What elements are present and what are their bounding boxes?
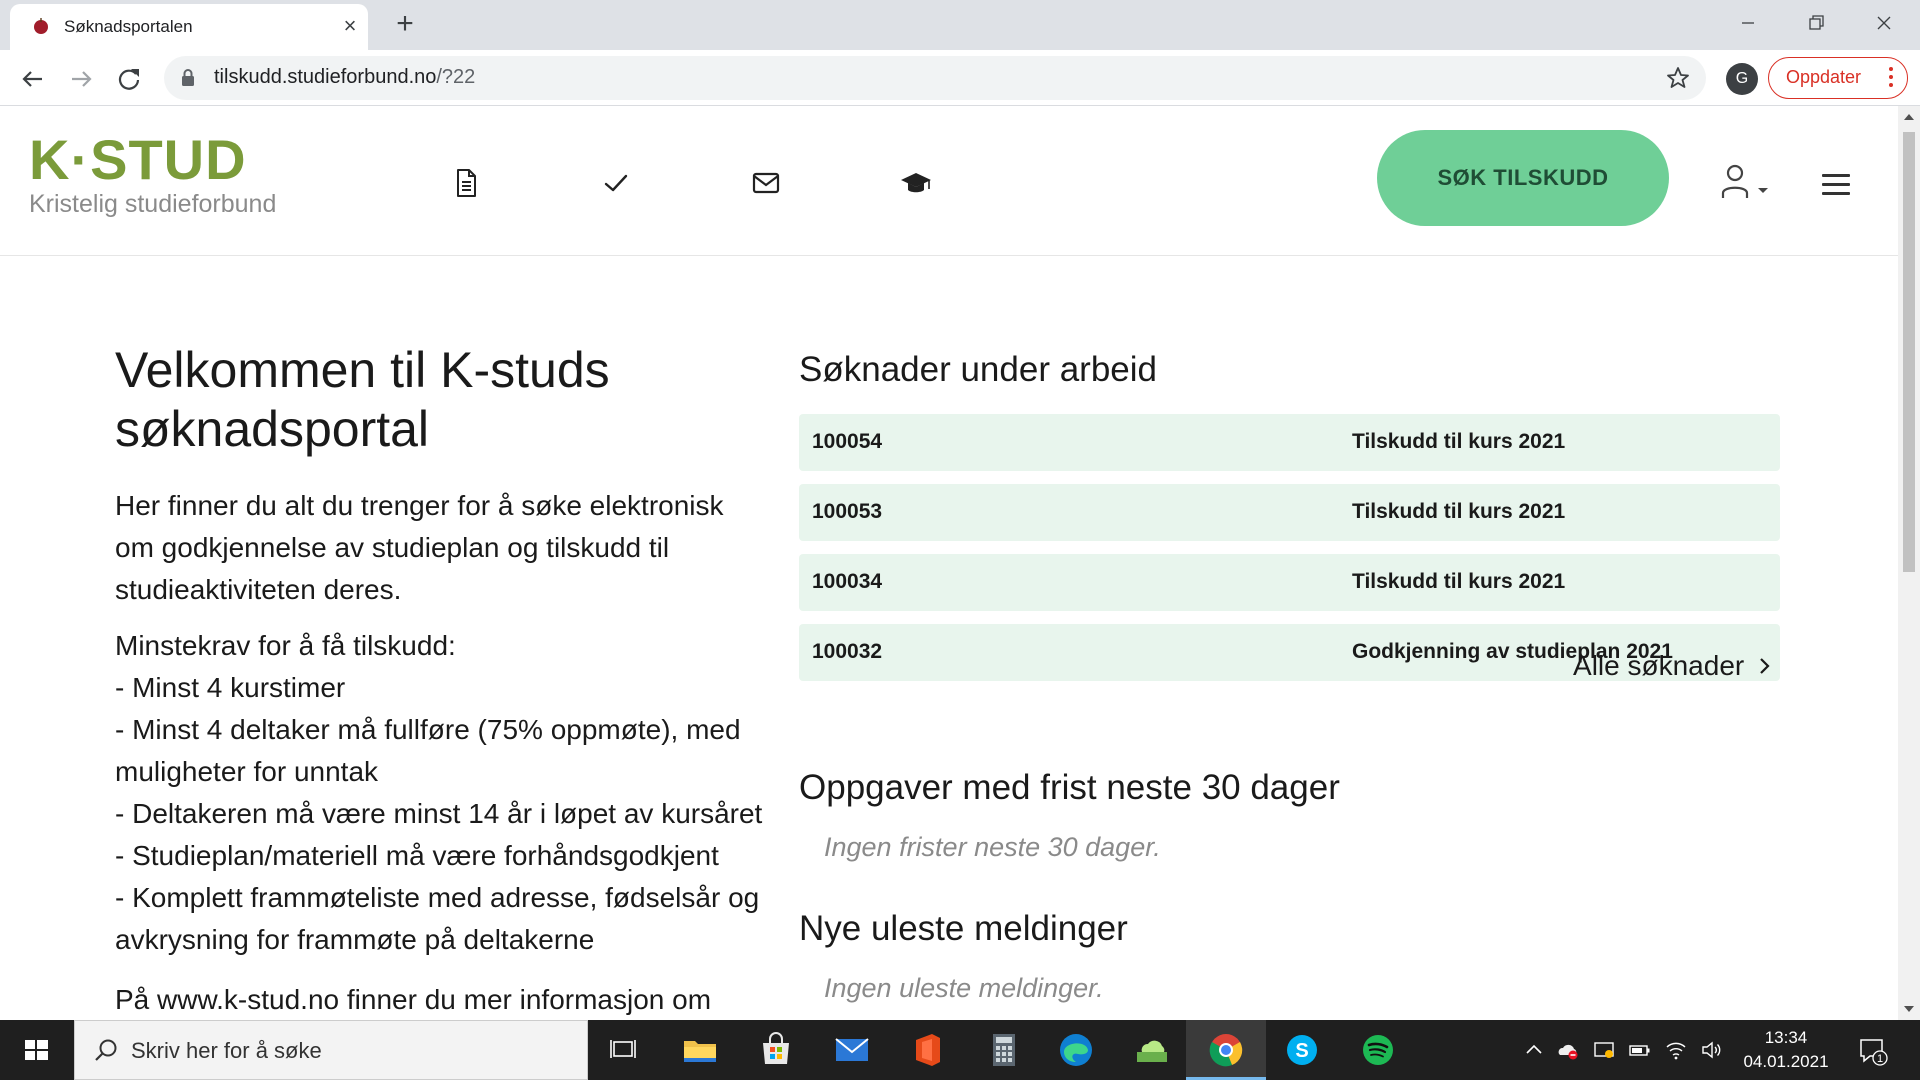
messages-title: Nye uleste meldinger <box>799 909 1128 948</box>
kstud-logo[interactable]: K·STUD Kristelig studieforbund <box>29 132 276 219</box>
graduation-cap-icon[interactable] <box>900 167 932 199</box>
taskbar-search[interactable]: Skriv her for å søke <box>74 1020 588 1080</box>
cloud-app-icon[interactable] <box>1132 1030 1172 1070</box>
application-name: Tilskudd til kurs 2021 <box>1352 430 1566 453</box>
taskbar-clock[interactable]: 13:34 04.01.2021 <box>1738 1026 1834 1074</box>
chrome-icon[interactable] <box>1206 1030 1246 1070</box>
minimize-icon[interactable] <box>1728 6 1768 40</box>
user-menu-icon[interactable] <box>1720 164 1776 200</box>
application-id: 100032 <box>812 640 883 663</box>
address-bar[interactable]: tilskudd.studieforbund.no/?22 <box>164 56 1706 100</box>
requirement-item: - Komplett frammøteliste med adresse, fø… <box>115 882 760 955</box>
application-id: 100053 <box>812 500 883 523</box>
application-row[interactable]: 100054 Tilskudd til kurs 2021 <box>799 414 1780 471</box>
notification-count: 1 <box>1877 1053 1883 1065</box>
search-placeholder: Skriv her for å søke <box>131 1038 322 1063</box>
tray-overflow-chevron-icon[interactable] <box>1522 1038 1546 1062</box>
url-text[interactable]: tilskudd.studieforbund.no/?22 <box>214 66 475 89</box>
file-explorer-icon[interactable] <box>680 1030 720 1070</box>
reload-icon[interactable] <box>114 64 144 94</box>
update-button-label: Oppdater <box>1786 67 1862 87</box>
intro-paragraph: Her finner du alt du trenger for å søke … <box>115 490 724 605</box>
update-button[interactable]: Oppdater <box>1768 57 1908 99</box>
scroll-thumb[interactable] <box>1903 132 1915 572</box>
requirement-item: - Minst 4 kurstimer <box>115 672 346 703</box>
applications-title: Søknader under arbeid <box>799 350 1157 389</box>
spotify-icon[interactable] <box>1358 1030 1398 1070</box>
requirements-title: Minstekrav for å få tilskudd: <box>115 630 456 661</box>
skype-icon[interactable]: S <box>1282 1030 1322 1070</box>
intro-section: Velkommen til K-studs søknadsportal Her … <box>115 341 765 1020</box>
more-info-text: På www.k-stud.no finner du mer informasj… <box>115 984 712 1015</box>
mail-icon[interactable] <box>750 167 782 199</box>
logo-mark: K·STUD <box>29 128 247 191</box>
application-row[interactable]: 100034 Tilskudd til kurs 2021 <box>799 554 1780 611</box>
application-id: 100034 <box>812 570 883 593</box>
restore-icon[interactable] <box>1796 6 1836 40</box>
profile-avatar[interactable]: G <box>1726 63 1758 95</box>
requirement-item: - Studieplan/materiell må være forhåndsg… <box>115 840 719 871</box>
application-name: Tilskudd til kurs 2021 <box>1352 570 1566 593</box>
bookmark-star-icon[interactable] <box>1666 66 1690 90</box>
chevron-right-icon <box>1760 658 1770 674</box>
browser-tab[interactable]: Søknadsportalen × <box>10 4 368 50</box>
scroll-up-icon[interactable] <box>1904 114 1914 120</box>
browser-toolbar: tilskudd.studieforbund.no/?22 G Oppdater <box>0 50 1920 106</box>
logo-subtitle: Kristelig studieforbund <box>29 190 277 218</box>
windows-security-icon[interactable] <box>1592 1038 1616 1062</box>
lock-icon[interactable] <box>180 68 196 88</box>
application-name: Tilskudd til kurs 2021 <box>1352 500 1566 523</box>
url-host: tilskudd.studieforbund.no <box>214 66 437 88</box>
apply-grant-button[interactable]: SØK TILSKUDD <box>1377 130 1669 226</box>
mail-app-icon[interactable] <box>832 1030 872 1070</box>
messages-empty-text: Ingen uleste meldinger. <box>824 973 1104 1003</box>
apple-favicon-icon <box>34 18 48 34</box>
windows-start-icon[interactable] <box>0 1020 72 1080</box>
vertical-scrollbar[interactable] <box>1898 106 1920 1020</box>
search-icon <box>95 1039 117 1061</box>
page-title: Velkommen til K-studs søknadsportal <box>115 342 610 457</box>
office-icon[interactable] <box>908 1030 948 1070</box>
url-path: /?22 <box>436 66 476 88</box>
application-row[interactable]: 100053 Tilskudd til kurs 2021 <box>799 484 1780 541</box>
back-arrow-icon[interactable] <box>18 64 48 94</box>
hamburger-menu-icon[interactable] <box>1822 174 1850 196</box>
wifi-icon[interactable] <box>1664 1038 1688 1062</box>
calculator-icon[interactable] <box>984 1030 1024 1070</box>
dashboard-column: Søknader under arbeid 100054 Tilskudd ti… <box>799 350 1780 1003</box>
requirement-item: - Deltakeren må være minst 14 år i løpet… <box>115 798 763 829</box>
all-applications-label: Alle søknader <box>1573 650 1745 681</box>
close-window-icon[interactable] <box>1864 6 1904 40</box>
clock-time: 13:34 <box>1764 1028 1808 1047</box>
new-tab-icon[interactable]: + <box>390 9 420 40</box>
microsoft-store-icon[interactable] <box>756 1030 796 1070</box>
battery-icon[interactable] <box>1628 1038 1652 1062</box>
tab-title: Søknadsportalen <box>64 17 193 36</box>
tasks-empty-text: Ingen frister neste 30 dager. <box>824 832 1161 862</box>
volume-icon[interactable] <box>1700 1038 1724 1062</box>
page-content: K·STUD Kristelig studieforbund SØK TILSK… <box>0 106 1898 1020</box>
svg-text:S: S <box>1295 1040 1308 1062</box>
site-header: K·STUD Kristelig studieforbund SØK TILSK… <box>0 106 1898 256</box>
task-view-icon[interactable] <box>604 1030 644 1070</box>
all-applications-link[interactable]: Alle søknader <box>1573 650 1772 682</box>
notification-center-icon[interactable]: 1 <box>1858 1036 1888 1066</box>
application-id: 100054 <box>812 430 883 453</box>
windows-taskbar: Skriv her for å søke S 13:34 04.01.2021 … <box>0 1020 1920 1080</box>
checkmark-icon[interactable] <box>600 167 632 199</box>
document-icon[interactable] <box>450 167 482 199</box>
more-menu-icon[interactable] <box>1889 67 1893 91</box>
tasks-title: Oppgaver med frist neste 30 dager <box>799 768 1340 807</box>
forward-arrow-icon[interactable] <box>66 64 96 94</box>
clock-date: 04.01.2021 <box>1743 1052 1829 1071</box>
browser-tabstrip: Søknadsportalen × + <box>0 0 1920 50</box>
applications-list: 100054 Tilskudd til kurs 2021 100053 Til… <box>799 414 1780 681</box>
scroll-down-icon[interactable] <box>1904 1006 1914 1012</box>
edge-browser-icon[interactable] <box>1056 1030 1096 1070</box>
tab-close-icon[interactable]: × <box>336 12 364 40</box>
onedrive-icon[interactable] <box>1556 1038 1580 1062</box>
requirement-item: - Minst 4 deltaker må fullføre (75% oppm… <box>115 714 741 787</box>
